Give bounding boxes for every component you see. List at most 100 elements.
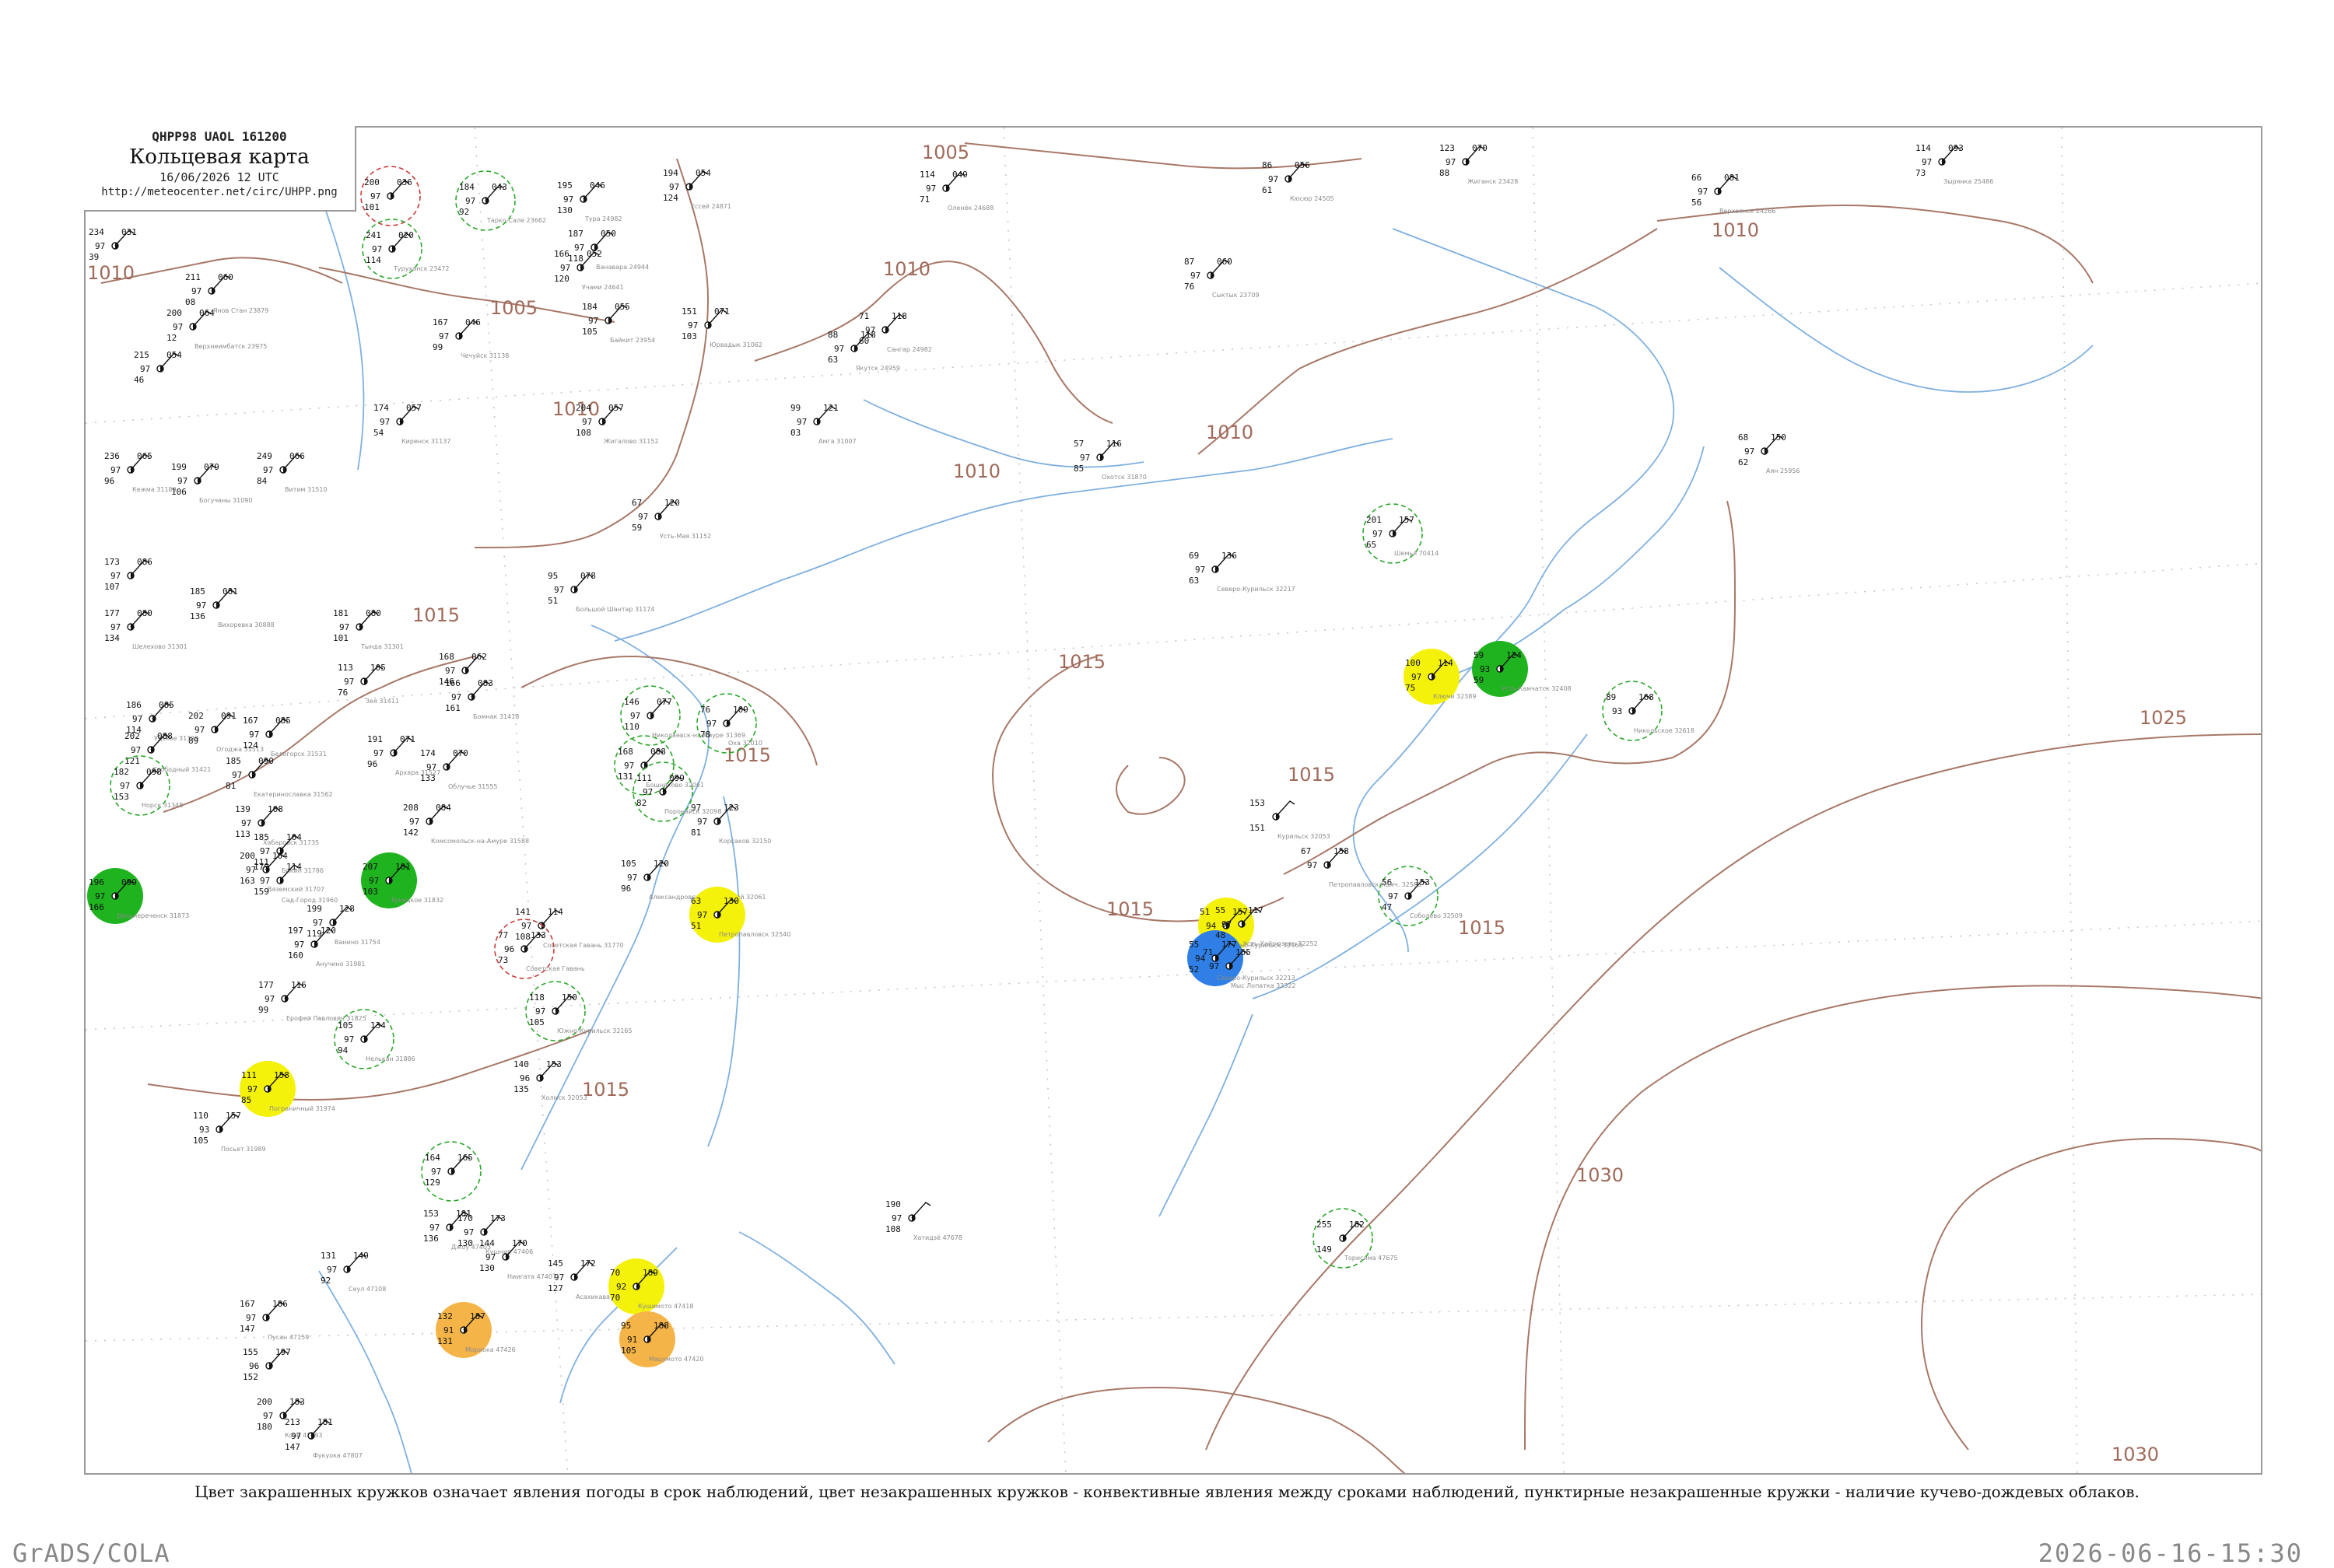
station-value: 76 (1184, 282, 1194, 292)
station-name: Белогорск 31531 (271, 751, 327, 758)
station-name: Анучино 31981 (316, 961, 365, 968)
station-value: 73 (498, 955, 508, 965)
station-plot: 179 114 97159 Сад-Город 31960 (254, 862, 338, 904)
station-dewpoint: 97 (132, 714, 142, 724)
station-plot: 174 057 9754 Киренск 31137 (373, 403, 450, 445)
station-temp: 184 (582, 302, 598, 312)
station-dewpoint: 97 (263, 1411, 273, 1421)
map-title-box: QHPP98 UAOL 161200 Кольцевая карта 16/06… (84, 126, 356, 212)
station-value: 180 (257, 1422, 272, 1432)
station-temp: 76 (700, 705, 710, 715)
station-dewpoint: 97 (464, 1227, 474, 1237)
isobar-label: 1015 (1288, 764, 1335, 786)
station-value: 119 (307, 929, 322, 939)
station-pressure: 149 (353, 1251, 369, 1261)
station-plot: 177 116 9799 Ерофей Павлович 31825 (258, 980, 366, 1022)
isobar-label: 1015 (1458, 917, 1505, 939)
station-temp: 114 (1915, 143, 1931, 153)
station-dewpoint: 97 (173, 322, 183, 332)
isobar-1010-sakhalin (520, 655, 818, 766)
station-value: 99 (433, 342, 443, 352)
station-value: 101 (333, 633, 349, 643)
footer-timestamp: 2026-06-16-15:30 (2038, 1538, 2303, 1568)
station-value: 105 (621, 1346, 636, 1356)
station-pressure: 050 (601, 229, 616, 239)
station-value: 163 (240, 876, 255, 886)
station-dewpoint: 97 (445, 666, 455, 676)
station-value: 142 (403, 828, 419, 838)
station-value: 160 (288, 950, 303, 961)
station-name: Жигалово 31152 (604, 438, 659, 445)
station-dewpoint: 97 (241, 818, 251, 828)
isobar-1030-outer (1524, 985, 2261, 1451)
station-pressure: 181 (317, 1417, 333, 1427)
station-plot: 70 1899270Кушимото 47418 (608, 1258, 693, 1314)
station-temp: 249 (257, 451, 272, 461)
station-name: Киренск 31137 (401, 438, 450, 445)
station-plot: 59 1249359Усть-Камчатск 32408 (1472, 641, 1572, 697)
station-plot: 76 109 9778 Оха 32010 (696, 693, 762, 754)
station-value: 120 (554, 274, 569, 284)
station-dewpoint: 97 (834, 344, 844, 354)
station-value: 153 (114, 792, 129, 802)
station-dewpoint: 97 (140, 364, 150, 374)
station-temp: 185 (226, 756, 241, 766)
station-pressure: 172 (580, 1258, 596, 1269)
station-value: 59 (632, 523, 642, 533)
station-pressure: 153 (546, 1059, 562, 1069)
station-dewpoint: 97 (706, 719, 717, 729)
station-temp: 70 (610, 1268, 620, 1278)
station-pressure: 118 (892, 311, 907, 321)
isobar-1015-south (987, 1386, 1406, 1473)
station-temp: 100 (1405, 658, 1421, 668)
isobar-label: 1025 (2140, 707, 2187, 729)
isobar-label: 1010 (953, 460, 1001, 482)
station-pressure: 046 (590, 180, 605, 191)
station-dewpoint: 97 (110, 465, 121, 475)
station-dewpoint: 97 (1307, 860, 1317, 870)
station-temp: 132 (437, 1311, 453, 1321)
station-dewpoint: 97 (1922, 157, 1932, 167)
station-plot: 144 170 97130 Ниигата 47407 (479, 1238, 556, 1280)
station-temp: 110 (193, 1111, 209, 1121)
coastlines (318, 189, 2094, 1473)
station-name: Тарко-Сале 23662 (486, 217, 546, 224)
station-plot: 99 121 9703 Амга 31007 (790, 403, 857, 445)
grid-line (1003, 128, 1067, 1473)
isobar-label: 1030 (2111, 1444, 2159, 1465)
grid-line (86, 562, 2261, 719)
station-pressure: 114 (1438, 658, 1453, 668)
station-name: Нелькан 31886 (366, 1055, 415, 1062)
isobar-1010-amur (163, 656, 475, 813)
station-name: Кюсюр 24505 (1290, 195, 1334, 202)
station-plot: 155 197 96152 (243, 1347, 291, 1382)
station-plot: 95 188 91105 Мацумото 47420 (619, 1311, 703, 1367)
station-plot: 185 081 97136 Вихоревка 30888 (190, 586, 275, 628)
station-temp: 187 (568, 229, 584, 239)
station-plot: 199 12897119Ванино 31754 (307, 904, 380, 946)
station-pressure: 182 (1349, 1220, 1365, 1230)
station-name: Облучье 31555 (448, 783, 497, 790)
station-pressure: 080 (366, 608, 381, 618)
station-temp: 114 (920, 170, 935, 180)
station-dewpoint: 97 (582, 417, 592, 427)
station-plot: 177 080 97134 Шелехово 31301 (104, 608, 187, 650)
station-value: 96 (621, 884, 631, 894)
station-temp: 88 (828, 330, 838, 340)
station-temp: 170 (457, 1213, 473, 1223)
station-temp: 144 (479, 1238, 495, 1248)
station-dewpoint: 97 (560, 263, 570, 273)
station-plot: 195 046 97130 Тура 24982 (557, 180, 622, 222)
station-value: 62 (1738, 457, 1748, 467)
station-dewpoint: 97 (120, 781, 130, 791)
station-dewpoint: 97 (624, 761, 634, 771)
station-temp: 174 (420, 748, 436, 758)
river-yenisei (318, 189, 365, 471)
station-pressure: 150 (1771, 432, 1786, 443)
station-pressure: 136 (1221, 551, 1237, 561)
station-temp: 200 (257, 1397, 272, 1407)
station-pressure: 157 (1399, 515, 1414, 525)
station-pressure: 085 (275, 716, 291, 726)
station-pressure: 120 (321, 926, 336, 936)
station-name: Жиганск 23428 (1467, 178, 1518, 185)
